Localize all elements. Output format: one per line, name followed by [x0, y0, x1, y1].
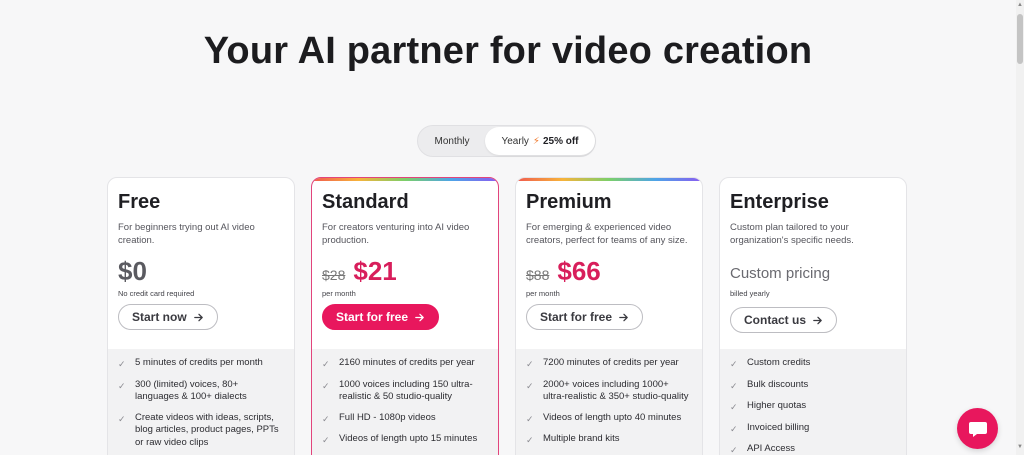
check-icon: ✓	[118, 413, 126, 424]
vertical-scrollbar[interactable]: ▲ ▼	[1016, 0, 1024, 455]
plan-card-enterprise: Enterprise Custom plan tailored to your …	[719, 177, 907, 455]
feature-item: ✓ API Access	[730, 443, 796, 455]
plan-name: Premium	[526, 191, 612, 213]
check-icon: ✓	[730, 423, 738, 434]
plan-name: Standard	[322, 191, 409, 213]
check-icon: ✓	[730, 445, 738, 455]
feature-item: ✓ Multiple brand kits	[526, 433, 620, 445]
check-icon: ✓	[118, 359, 126, 369]
price-note: per month	[526, 289, 560, 298]
feature-item: ✓ 5 minutes of credits per month	[118, 357, 263, 369]
plan-price: Custom pricing	[730, 265, 831, 282]
billing-toggle[interactable]: Monthly Yearly ⚡ 25% off	[417, 125, 596, 157]
feature-item: ✓ Videos of length upto 40 minutes	[526, 411, 682, 424]
old-price: $88	[526, 267, 550, 283]
arrow-right-icon	[813, 316, 822, 324]
plan-description: For beginners trying out AI video creati…	[118, 222, 255, 246]
plan-card-premium: Premium For emerging & experienced video…	[515, 177, 703, 455]
plan-description: For emerging & experienced video creator…	[526, 222, 688, 246]
plan-price: $66	[557, 256, 601, 286]
check-icon: ✓	[730, 359, 738, 369]
yearly-label: Yearly	[501, 135, 529, 147]
plan-name: Free	[118, 191, 161, 213]
highlight-bar	[516, 178, 702, 181]
feature-item: ✓ 7200 minutes of credits per year	[526, 357, 679, 369]
feature-list: ✓ 7200 minutes of credits per year ✓ 2000+…	[516, 349, 702, 455]
start-for-free-button[interactable]: Start for free	[526, 304, 644, 330]
old-price: $28	[322, 267, 346, 283]
scroll-up-icon[interactable]: ▲	[1017, 2, 1023, 8]
page-title: Your AI partner for video creation	[203, 30, 813, 72]
check-icon: ✓	[118, 380, 126, 391]
check-icon: ✓	[730, 402, 738, 412]
feature-item: ✓ 2000+ voices including 1000+ ultra-real…	[526, 378, 689, 403]
plan-description: Custom plan tailored to your organizatio…	[730, 222, 854, 246]
feature-item: ✓ Higher quotas	[730, 400, 807, 412]
price-row: $28 $21	[322, 256, 397, 287]
cta-label: Start now	[132, 310, 187, 324]
check-icon: ✓	[322, 359, 330, 369]
yearly-option[interactable]: Yearly ⚡ 25% off	[485, 127, 595, 155]
feature-item: ✓ Custom credits	[730, 357, 811, 369]
arrow-right-icon	[415, 313, 424, 321]
cta-label: Start for free	[336, 310, 409, 324]
discount-label: 25% off	[542, 135, 579, 147]
plan-card-free: Free For beginners trying out AI video c…	[107, 177, 295, 455]
chat-button[interactable]	[957, 408, 998, 449]
check-icon: ✓	[730, 380, 738, 391]
check-icon: ✓	[526, 413, 534, 424]
check-icon: ✓	[322, 435, 330, 445]
arrow-right-icon	[619, 313, 628, 321]
feature-item: ✓ Bulk discounts	[730, 378, 809, 391]
start-for-free-button[interactable]: Start for free	[322, 304, 440, 330]
check-icon: ✓	[526, 359, 534, 369]
feature-list: ✓ 5 minutes of credits per month ✓ 300 (li…	[108, 349, 294, 455]
plan-card-standard: Standard For creators venturing into AI …	[311, 177, 499, 455]
price-note: per month	[322, 289, 356, 298]
monthly-option[interactable]: Monthly	[418, 126, 486, 156]
scrollbar-thumb[interactable]	[1017, 14, 1023, 64]
plan-description: For creators venturing into AI video pro…	[322, 222, 470, 246]
cta-label: Contact us	[744, 313, 807, 327]
price-note: billed yearly	[730, 289, 770, 298]
feature-item: ✓ Invoiced billing	[730, 421, 810, 434]
check-icon: ✓	[526, 380, 534, 391]
price-note: No credit card required	[118, 289, 195, 298]
highlight-bar	[312, 178, 498, 181]
feature-item: ✓ 300 (limited) voices, 80+ languages & 1…	[118, 378, 247, 403]
price-row: $88 $66	[526, 256, 601, 287]
cta-label: Start for free	[540, 310, 613, 324]
lightning-icon: ⚡	[532, 135, 540, 147]
feature-list: ✓ Custom credits ✓ Bulk discounts ✓ Higher …	[720, 349, 906, 455]
check-icon: ✓	[526, 435, 534, 445]
plan-price: $21	[353, 256, 397, 286]
check-icon: ✓	[322, 413, 330, 424]
feature-list: ✓ 2160 minutes of credits per year ✓ 1000 …	[312, 349, 498, 455]
start-now-button[interactable]: Start now	[118, 304, 218, 330]
contact-us-button[interactable]: Contact us	[730, 307, 838, 333]
plan-price: $0	[118, 256, 147, 286]
check-icon: ✓	[322, 380, 330, 391]
chat-bubble-icon	[968, 421, 987, 437]
price-row: $0	[118, 256, 147, 287]
feature-item: ✓ Videos of length upto 15 minutes	[322, 433, 478, 445]
feature-item: ✓ Create videos with ideas, scripts, blog…	[118, 411, 279, 448]
feature-item: ✓ 1000 voices including 150 ultra-realist…	[322, 378, 473, 403]
arrow-right-icon	[193, 313, 203, 321]
scroll-down-icon[interactable]: ▼	[1017, 444, 1023, 450]
feature-item: ✓ Full HD - 1080p videos	[322, 411, 436, 424]
feature-item: ✓ 2160 minutes of credits per year	[322, 357, 475, 369]
plan-name: Enterprise	[730, 191, 829, 213]
